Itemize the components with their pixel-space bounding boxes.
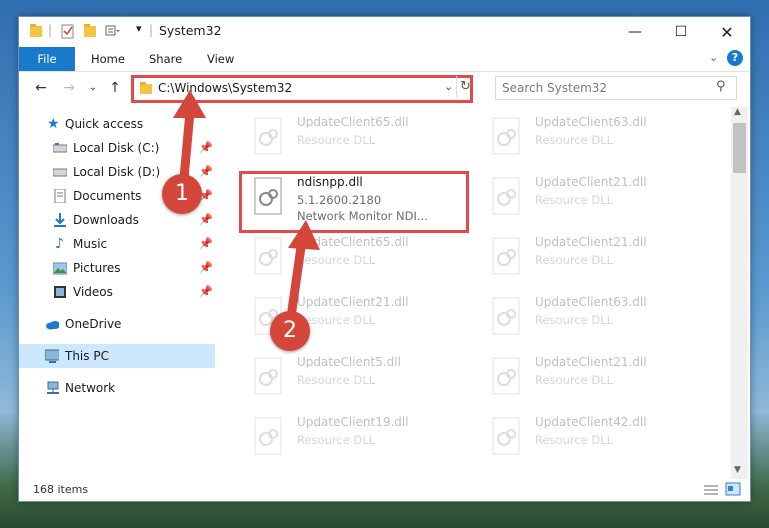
annotation-arrows [173,90,320,315]
step-marker-2: 2 [270,311,310,351]
arrow-1 [173,90,206,183]
step-marker-1: 1 [162,174,202,214]
arrow-2 [287,220,320,315]
